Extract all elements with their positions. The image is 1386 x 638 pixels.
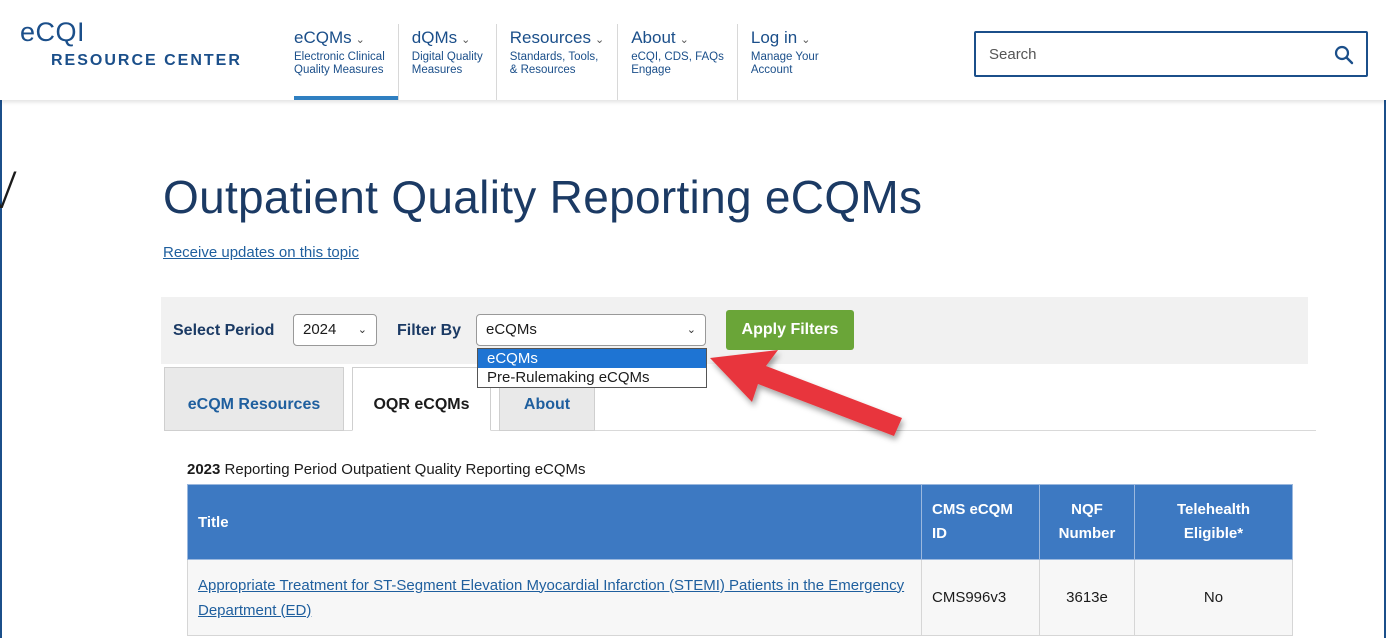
dropdown-option-pre-rulemaking[interactable]: Pre-Rulemaking eCQMs bbox=[478, 368, 706, 387]
header-cms-line1: CMS eCQM bbox=[932, 501, 1013, 518]
nav-item-login[interactable]: Log in ⌄ Manage Your Account bbox=[736, 24, 832, 100]
tab-about[interactable]: About bbox=[499, 382, 595, 431]
chevron-down-icon: ⌄ bbox=[686, 324, 696, 336]
nav-item-dqms[interactable]: dQMs ⌄ Digital Quality Measures bbox=[397, 24, 496, 100]
cell-nqf: 3613e bbox=[1039, 559, 1135, 636]
header-tele-line1: Telehealth bbox=[1176, 501, 1251, 518]
search-input[interactable] bbox=[976, 33, 1306, 75]
header-cms-line2: ID bbox=[932, 525, 947, 542]
filter-dropdown-list: eCQMs Pre-Rulemaking eCQMs bbox=[477, 348, 707, 388]
ecqm-table: Title CMS eCQM ID NQF Number Telehealth Eli… bbox=[187, 484, 1293, 636]
header-nqf-line2: Number bbox=[1058, 525, 1116, 542]
period-select-value: 2024 bbox=[303, 321, 337, 338]
chevron-down-icon: ⌄ bbox=[461, 34, 471, 46]
tab-ecqm-resources[interactable]: eCQM Resources bbox=[164, 367, 344, 431]
nav-item-subtitle: Manage Your Account bbox=[750, 51, 819, 76]
caption-year: 2023 bbox=[187, 461, 221, 478]
logo-resource-center-text: RESOURCE CENTER bbox=[51, 52, 242, 69]
nav-item-label: dQMs bbox=[411, 28, 458, 47]
select-period-label: Select Period bbox=[173, 322, 275, 339]
nav-item-label: About bbox=[631, 28, 676, 47]
nav-item-about[interactable]: About ⌄ eCQI, CDS, FAQs Engage bbox=[617, 24, 737, 100]
nav-item-resources[interactable]: Resources ⌄ Standards, Tools, & Resources bbox=[495, 24, 617, 100]
nav-item-subtitle: Digital Quality Measures bbox=[411, 51, 483, 76]
tab-label: OQR eCQMs bbox=[373, 396, 470, 413]
tab-label: About bbox=[523, 396, 571, 413]
measure-title-link[interactable]: Appropriate Treatment for ST-Segment Ele… bbox=[198, 577, 904, 619]
search-box bbox=[974, 31, 1368, 77]
tab-label: eCQM Resources bbox=[187, 396, 321, 413]
filter-select-value: eCQMs bbox=[486, 321, 537, 338]
partial-edge-glyph: V bbox=[0, 162, 19, 220]
caption-text: Reporting Period Outpatient Quality Repo… bbox=[220, 461, 586, 478]
chevron-down-icon: ⌄ bbox=[801, 34, 811, 46]
header-tele-line2: Eligible* bbox=[1183, 525, 1244, 542]
annotation-arrow-icon bbox=[710, 350, 902, 436]
nav-item-subtitle: Standards, Tools, & Resources bbox=[509, 51, 599, 76]
chevron-down-icon: ⌄ bbox=[357, 324, 367, 336]
filter-by-label: Filter By bbox=[397, 322, 462, 339]
chevron-down-icon: ⌄ bbox=[679, 34, 689, 46]
chevron-down-icon: ⌄ bbox=[594, 34, 605, 46]
nav-item-subtitle: eCQI, CDS, FAQs Engage bbox=[631, 51, 724, 76]
dropdown-option-ecqms[interactable]: eCQMs bbox=[478, 349, 706, 368]
cell-cms-id: CMS996v3 bbox=[921, 559, 1040, 636]
chevron-down-icon: ⌄ bbox=[355, 34, 365, 46]
cell-telehealth: No bbox=[1134, 559, 1293, 636]
site-header: eCQI RESOURCE CENTER eCQMs ⌄ Electronic C… bbox=[0, 0, 1386, 100]
header-nqf-number[interactable]: NQF Number bbox=[1039, 484, 1135, 560]
header-cms-ecqm-id[interactable]: CMS eCQM ID bbox=[921, 484, 1040, 560]
filter-by-select[interactable]: eCQMs ⌄ bbox=[476, 314, 706, 346]
table-row: Appropriate Treatment for ST-Segment Ele… bbox=[187, 559, 1293, 636]
nav-item-label: Resources bbox=[509, 28, 591, 47]
table-header-row: Title CMS eCQM ID NQF Number Telehealth Eli… bbox=[187, 484, 1293, 560]
tab-oqr-ecqms[interactable]: OQR eCQMs bbox=[352, 367, 491, 431]
page-title: Outpatient Quality Reporting eCQMs bbox=[163, 171, 923, 223]
search-icon[interactable] bbox=[1334, 45, 1354, 65]
nav-item-label: eCQMs bbox=[294, 28, 352, 47]
cell-title: Appropriate Treatment for ST-Segment Ele… bbox=[187, 559, 922, 636]
main-nav: eCQMs ⌄ Electronic Clinical Quality Measu… bbox=[281, 24, 832, 100]
header-title-label: Title bbox=[198, 513, 229, 531]
site-logo[interactable]: eCQI RESOURCE CENTER bbox=[20, 18, 242, 70]
header-nqf-line1: NQF bbox=[1071, 501, 1103, 518]
nav-item-label: Log in bbox=[750, 28, 798, 47]
receive-updates-link[interactable]: Receive updates on this topic bbox=[163, 244, 359, 261]
header-title[interactable]: Title bbox=[187, 484, 922, 560]
period-select[interactable]: 2024 ⌄ bbox=[293, 314, 377, 346]
header-telehealth-eligible[interactable]: Telehealth Eligible* bbox=[1134, 484, 1293, 560]
table-caption: 2023 Reporting Period Outpatient Quality… bbox=[187, 461, 586, 478]
nav-item-ecqms[interactable]: eCQMs ⌄ Electronic Clinical Quality Measu… bbox=[281, 24, 398, 100]
logo-ecqi-text: eCQI bbox=[20, 17, 86, 47]
nav-item-subtitle: Electronic Clinical Quality Measures bbox=[294, 51, 385, 76]
